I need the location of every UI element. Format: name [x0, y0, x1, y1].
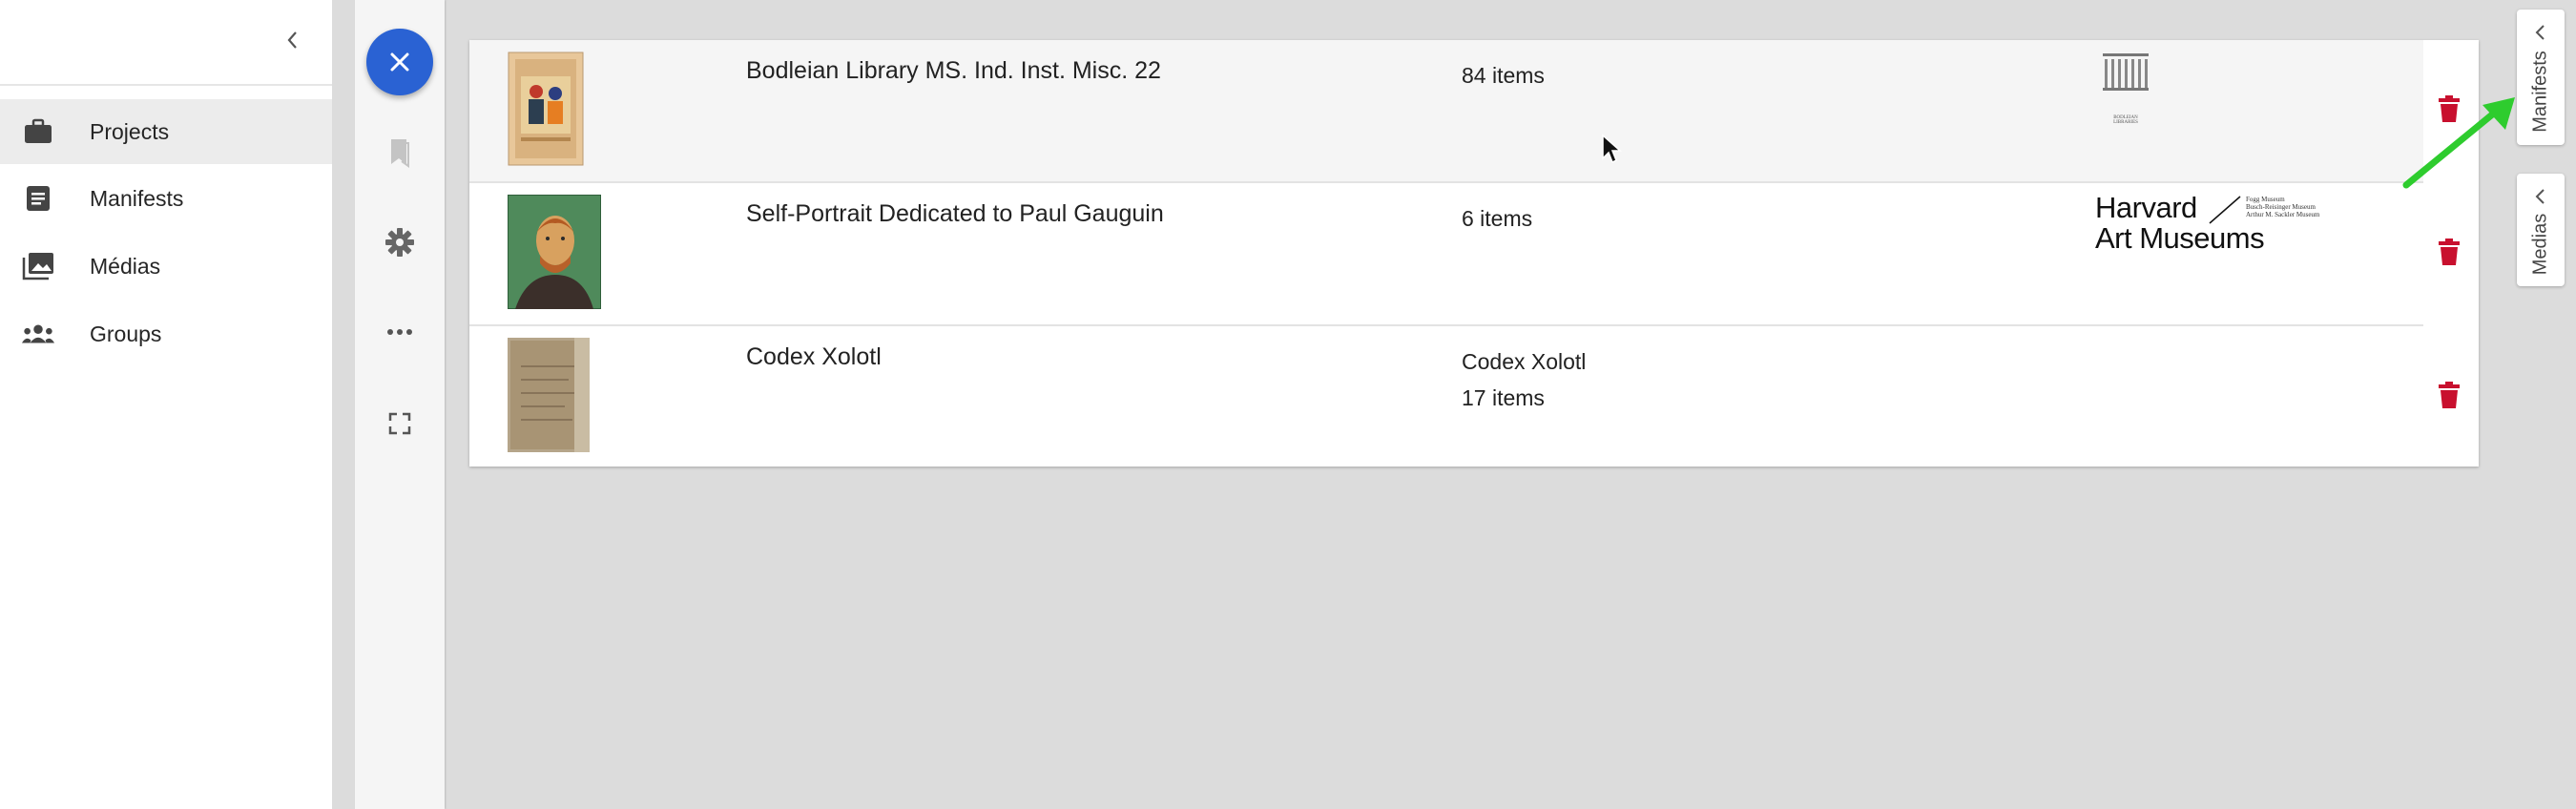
annotation-arrow-icon	[2402, 97, 2515, 189]
manifest-thumbnail	[508, 195, 601, 309]
nav-label-groups: Groups	[90, 321, 162, 346]
gear-icon	[385, 228, 414, 257]
document-icon	[21, 181, 55, 216]
side-tab-manifests[interactable]: Manifests	[2517, 10, 2565, 145]
side-tab-label: Medias	[2529, 213, 2551, 276]
manifest-title: Codex Xolotl	[746, 343, 882, 370]
manifest-label: Codex Xolotl	[1462, 349, 1587, 374]
manifest-thumbnail	[508, 338, 590, 452]
bodleian-logo: BODLEIAN LIBRARIES	[2101, 52, 2150, 125]
groups-icon	[21, 317, 55, 351]
drawer-divider	[0, 84, 332, 86]
manifest-meta: Codex Xolotl 17 items	[1462, 343, 1586, 416]
harvard-logo-small-line: Busch-Reisinger Museum	[2246, 203, 2316, 211]
harvard-logo-small-line: Arthur M. Sackler Museum	[2246, 211, 2320, 218]
fullscreen-button[interactable]	[379, 403, 421, 445]
trash-icon	[2439, 239, 2460, 265]
nav-item-groups[interactable]: Groups	[0, 301, 332, 366]
manifest-item-count: 17 items	[1462, 385, 1545, 410]
nav-item-manifests[interactable]: Manifests	[0, 166, 332, 231]
trash-icon	[2439, 382, 2460, 408]
harvard-logo-line2: Art Museums	[2095, 221, 2265, 255]
manifest-meta: 84 items	[1462, 57, 1545, 93]
close-icon	[390, 52, 409, 72]
more-options-button[interactable]	[379, 311, 421, 353]
manifest-row-bodleian[interactable]: Bodleian Library MS. Ind. Inst. Misc. 22…	[469, 40, 2423, 181]
harvard-logo-line1: Harvard	[2095, 191, 2197, 224]
manifest-item-count: 84 items	[1462, 63, 1545, 88]
drawer-collapse-button[interactable]	[277, 21, 307, 59]
bookmark-button[interactable]	[379, 132, 421, 174]
manifest-title: Self-Portrait Dedicated to Paul Gauguin	[746, 200, 1164, 227]
side-tab-label: Manifests	[2529, 51, 2551, 133]
close-workspace-button[interactable]	[366, 29, 433, 95]
nav-label-manifests: Manifests	[90, 185, 184, 211]
harvard-logo-small-line: Fogg Museum	[2246, 196, 2285, 203]
more-horizontal-icon	[387, 329, 412, 335]
bodleian-logo-caption: BODLEIAN LIBRARIES	[2113, 115, 2138, 125]
briefcase-icon	[21, 114, 55, 149]
side-tab-medias[interactable]: Medias	[2517, 174, 2565, 286]
delete-manifest-button[interactable]	[2430, 231, 2468, 273]
nav-label-projects: Projects	[90, 118, 170, 144]
manifest-thumbnail	[508, 52, 584, 166]
chevron-left-icon	[287, 31, 297, 49]
manifest-list: Bodleian Library MS. Ind. Inst. Misc. 22…	[469, 40, 2479, 467]
manifest-item-count: 6 items	[1462, 206, 1533, 231]
nav-item-medias[interactable]: Médias	[0, 234, 332, 299]
nav-item-projects[interactable]: Projects	[0, 99, 332, 164]
manifest-meta: 6 items	[1462, 200, 1532, 237]
fullscreen-icon	[388, 412, 411, 435]
photo-library-icon	[21, 249, 55, 283]
delete-manifest-button[interactable]	[2430, 374, 2468, 416]
nav-label-medias: Médias	[90, 253, 161, 279]
settings-button[interactable]	[379, 221, 421, 263]
harvard-art-museums-logo: Harvard Art Museums Fogg Museum Busch-Re…	[2095, 193, 2343, 256]
bookmark-icon	[391, 139, 409, 168]
manifest-row-codex-xolotl[interactable]: Codex Xolotl Codex Xolotl 17 items	[469, 326, 2423, 467]
manifest-title: Bodleian Library MS. Ind. Inst. Misc. 22	[746, 57, 1161, 84]
manifest-row-self-portrait[interactable]: Self-Portrait Dedicated to Paul Gauguin …	[469, 183, 2423, 324]
navigation-drawer: Projects Manifests Médias Groups	[0, 0, 332, 809]
mouse-cursor-icon	[1602, 134, 1622, 164]
